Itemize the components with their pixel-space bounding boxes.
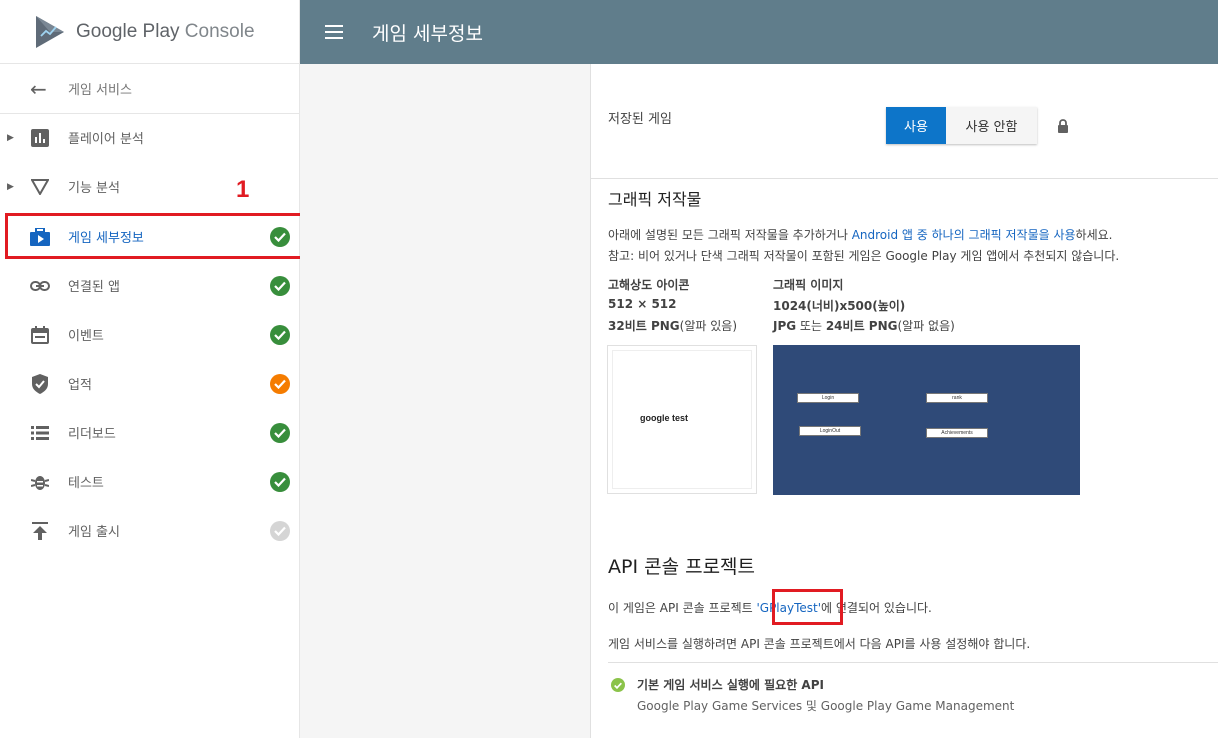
saved-games-on-button[interactable]: 사용 [886, 107, 946, 144]
sidebar-item-label: 연결된 앱 [68, 280, 120, 295]
sidebar-item-label: 기능 분석 [68, 181, 120, 196]
saved-games-label: 저장된 게임 [608, 112, 672, 127]
sidebar-item-label: 게임 출시 [68, 525, 120, 540]
preview-rank-button: rank [926, 393, 988, 403]
format-bold: 24비트 PNG [825, 319, 898, 333]
funnel-icon [30, 177, 50, 197]
sidebar-item-label: 플레이어 분석 [68, 132, 144, 147]
sidebar-item-label: 리더보드 [68, 427, 116, 442]
page-title: 게임 세부정보 [372, 22, 483, 45]
icon-preview-text: google test [640, 413, 689, 423]
arrow-back-icon: ← [30, 76, 47, 101]
icon-preview: google test [612, 350, 752, 489]
sidebar-item-label: 이벤트 [68, 329, 104, 344]
logo-text: Google Play Console [76, 21, 255, 43]
graphics-note: 참고: 비어 있거나 단색 그래픽 저작물이 포함된 게임은 Google Pl… [608, 249, 1120, 263]
api-section-title: API 콘솔 프로젝트 [608, 556, 756, 578]
preview-login-button: Login [797, 393, 859, 403]
annotation-highlight-game-details [5, 213, 305, 259]
feature-graphic-format: JPG 또는 24비트 PNG(알파 없음) [773, 317, 955, 334]
menu-icon[interactable] [325, 25, 343, 39]
hi-res-icon-title: 고해상도 아이콘 [608, 278, 690, 292]
back-to-game-services[interactable]: ← 게임 서비스 [0, 64, 299, 114]
list-icon [30, 423, 50, 443]
required-api-title: 기본 게임 서비스 실행에 필요한 API [637, 678, 824, 692]
format-rest: (알파 없음) [897, 319, 955, 333]
annotation-highlight-api-project [772, 589, 843, 625]
format-bold: JPG [773, 319, 797, 333]
saved-games-toggle: 사용 사용 안함 [886, 107, 1037, 144]
caret-right-icon: ▶ [7, 181, 14, 192]
feature-graphic-upload[interactable]: Login rank LoginOut Achievements [773, 345, 1080, 495]
bug-icon [30, 472, 50, 492]
logo-brand: Google Play [76, 20, 180, 42]
sidebar-item-achievements[interactable]: 업적 [0, 359, 299, 408]
hi-res-icon-format: 32비트 PNG(알파 있음) [608, 317, 737, 334]
caret-right-icon: ▶ [7, 132, 14, 143]
shield-check-icon [30, 373, 50, 394]
sidebar-item-leaderboards[interactable]: 리더보드 [0, 408, 299, 457]
calendar-icon [30, 325, 50, 345]
sidebar-item-events[interactable]: 이벤트 [0, 310, 299, 359]
logo[interactable]: Google Play Console [0, 0, 299, 64]
check-circle-icon [270, 275, 290, 296]
use-android-app-graphics-link[interactable]: Android 앱 중 하나의 그래픽 저작물을 사용 [852, 228, 1076, 242]
feature-graphic-size: 1024(너비)x500(높이) [773, 299, 906, 313]
sidebar-item-publishing[interactable]: 게임 출시 [0, 506, 299, 555]
check-circle-icon [611, 678, 625, 692]
sidebar-item-testing[interactable]: 테스트 [0, 457, 299, 506]
check-circle-icon [270, 324, 290, 345]
play-console-logo-icon [36, 15, 64, 48]
saved-games-off-button[interactable]: 사용 안함 [946, 107, 1037, 144]
format-rest: (알파 있음) [679, 319, 737, 333]
annotation-step-number: 1 [236, 176, 250, 203]
preview-achievements-button: Achievements [926, 428, 988, 438]
graphics-description: 아래에 설명된 모든 그래픽 저작물을 추가하거나 Android 앱 중 하나… [608, 226, 1112, 243]
api-linked-pre: 이 게임은 API 콘솔 프로젝트 [608, 601, 757, 615]
check-circle-warning-icon [270, 373, 290, 394]
lock-icon [1058, 119, 1068, 133]
logo-product: Console [184, 20, 255, 42]
format-mid: 또는 [796, 319, 826, 333]
feature-graphic-title: 그래픽 이미지 [773, 278, 844, 292]
content-gutter [300, 64, 590, 738]
api-linked-text: 이 게임은 API 콘솔 프로젝트 'GPlayTest'에 연결되어 있습니다… [608, 599, 932, 616]
bar-chart-icon [30, 128, 50, 148]
hi-res-icon-upload[interactable]: google test [607, 345, 757, 494]
link-icon [30, 276, 50, 296]
back-label: 게임 서비스 [68, 83, 132, 98]
publish-icon [30, 521, 50, 541]
section-divider [591, 178, 1218, 179]
graphics-desc-text: 아래에 설명된 모든 그래픽 저작물을 추가하거나 [608, 228, 852, 242]
sidebar-item-linked-apps[interactable]: 연결된 앱 [0, 261, 299, 310]
api-enable-note: 게임 서비스를 실행하려면 API 콘솔 프로젝트에서 다음 API를 사용 설… [608, 637, 1031, 651]
graphics-desc-text: 하세요. [1075, 228, 1113, 242]
section-divider [608, 662, 1218, 663]
sidebar-item-label: 테스트 [68, 476, 104, 491]
check-circle-inactive-icon [270, 520, 290, 541]
hi-res-icon-size: 512 × 512 [608, 297, 677, 311]
sidebar-item-player-analytics[interactable]: ▶ 플레이어 분석 [0, 113, 299, 162]
sidebar-item-feature-analytics[interactable]: ▶ 기능 분석 [0, 162, 299, 211]
required-api-list: Google Play Game Services 및 Google Play … [637, 699, 1015, 713]
preview-logout-button: LoginOut [799, 426, 861, 436]
sidebar-item-label: 업적 [68, 378, 92, 393]
top-app-bar: 게임 세부정보 [300, 0, 1218, 64]
main-content: 저장된 게임 사용 사용 안함 그래픽 저작물 아래에 설명된 모든 그래픽 저… [590, 64, 1218, 738]
check-circle-icon [270, 471, 290, 492]
check-circle-icon [270, 422, 290, 443]
format-bold: 32비트 PNG [608, 319, 680, 333]
graphics-section-title: 그래픽 저작물 [608, 190, 702, 209]
